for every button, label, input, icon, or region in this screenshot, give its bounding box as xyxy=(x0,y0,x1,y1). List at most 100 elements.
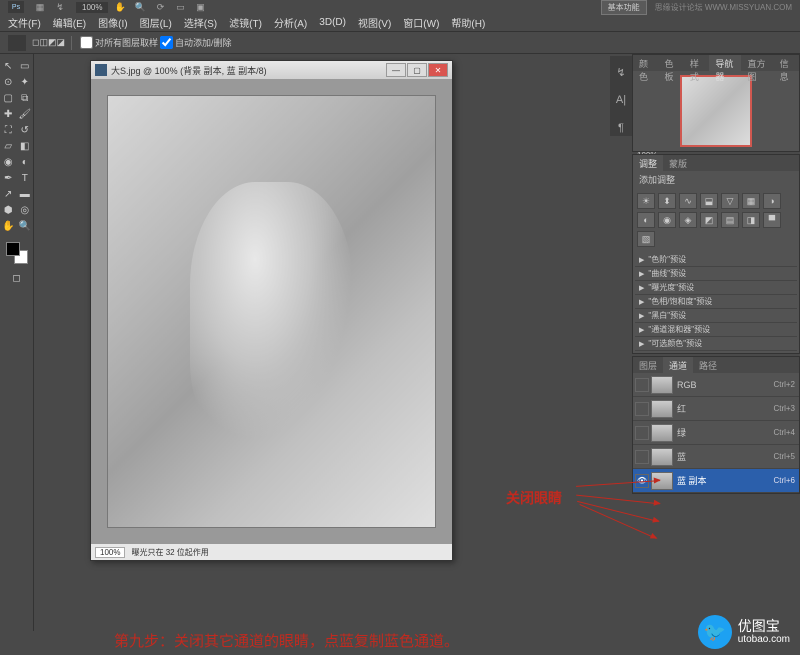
menu-item[interactable]: 编辑(E) xyxy=(53,15,86,30)
selection-intersect-icon[interactable]: ◪ xyxy=(57,37,66,48)
stamp-tool-icon[interactable]: ⛶ xyxy=(0,122,17,138)
menu-item[interactable]: 选择(S) xyxy=(184,15,217,30)
selective-color-icon[interactable]: ▧ xyxy=(637,231,655,247)
visibility-toggle[interactable] xyxy=(635,402,649,416)
preset-row[interactable]: ▶"曝光度"预设 xyxy=(635,281,797,295)
visibility-toggle[interactable] xyxy=(635,450,649,464)
crop-tool-icon[interactable]: ▢ xyxy=(0,90,17,106)
selection-mode-icon[interactable]: ◻ xyxy=(32,37,39,48)
colorbalance-icon[interactable]: ◑ xyxy=(763,193,781,209)
menu-item[interactable]: 图层(L) xyxy=(140,15,172,30)
menu-item[interactable]: 3D(D) xyxy=(319,17,346,28)
invert-icon[interactable]: ◩ xyxy=(700,212,718,228)
eyedropper-tool-icon[interactable]: ⧉ xyxy=(17,90,34,106)
panel-tab[interactable]: 蒙版 xyxy=(663,155,693,171)
arrange-icon[interactable]: ▭ xyxy=(172,1,188,13)
maximize-button[interactable]: ▢ xyxy=(407,63,427,77)
selection-add-icon[interactable]: ◫ xyxy=(39,37,48,48)
blur-tool-icon[interactable]: ◉ xyxy=(0,154,17,170)
path-tool-icon[interactable]: ↗ xyxy=(0,186,17,202)
close-button[interactable]: ✕ xyxy=(428,63,448,77)
bw-icon[interactable]: ◐ xyxy=(637,212,655,228)
screen-mode-icon[interactable]: ▣ xyxy=(192,1,208,13)
wand-tool-icon[interactable]: ✦ xyxy=(17,74,34,90)
channel-row[interactable]: 绿Ctrl+4 xyxy=(633,421,799,445)
hue-icon[interactable]: ▦ xyxy=(742,193,760,209)
document-titlebar[interactable]: 大S.jpg @ 100% (背景 副本, 蓝 副本/8) — ▢ ✕ xyxy=(91,61,452,79)
hand-tool-icon[interactable]: ✋ xyxy=(0,218,17,234)
visibility-toggle[interactable] xyxy=(635,378,649,392)
panel-tab[interactable]: 路径 xyxy=(693,357,723,373)
foreground-color-icon[interactable] xyxy=(6,242,20,256)
sample-all-checkbox[interactable] xyxy=(80,36,93,49)
preset-row[interactable]: ▶"色相/饱和度"预设 xyxy=(635,295,797,309)
preset-row[interactable]: ▶"曲线"预设 xyxy=(635,267,797,281)
zoom-icon[interactable]: 🔍 xyxy=(132,1,148,13)
brightness-icon[interactable]: ☀ xyxy=(637,193,655,209)
curves-icon[interactable]: ∿ xyxy=(679,193,697,209)
bridge-icon[interactable]: ▦ xyxy=(32,1,48,13)
navigator-preview[interactable] xyxy=(680,75,752,147)
exposure-icon[interactable]: ⬓ xyxy=(700,193,718,209)
channel-row[interactable]: 蓝Ctrl+5 xyxy=(633,445,799,469)
menu-item[interactable]: 滤镜(T) xyxy=(229,15,262,30)
panel-tab[interactable]: 直方图 xyxy=(741,55,773,71)
color-swatch[interactable] xyxy=(6,242,28,264)
panel-tab[interactable]: 导航器 xyxy=(709,55,741,71)
brush-tool-icon[interactable]: 🖌 xyxy=(17,106,34,122)
panel-tab[interactable]: 调整 xyxy=(633,155,663,171)
preset-row[interactable]: ▶"可选颜色"预设 xyxy=(635,337,797,351)
menu-item[interactable]: 帮助(H) xyxy=(451,15,485,30)
levels-icon[interactable]: ⬍ xyxy=(658,193,676,209)
panel-tab[interactable]: 颜色 xyxy=(633,55,658,71)
dodge-tool-icon[interactable]: ◐ xyxy=(17,154,34,170)
workspace-switcher[interactable]: 基本功能 xyxy=(601,0,647,15)
menu-item[interactable]: 分析(A) xyxy=(274,15,307,30)
preset-row[interactable]: ▶"黑白"预设 xyxy=(635,309,797,323)
menu-item[interactable]: 视图(V) xyxy=(358,15,391,30)
quickmask-icon[interactable]: ◻ xyxy=(8,270,25,286)
hand-icon[interactable]: ✋ xyxy=(112,1,128,13)
status-zoom[interactable]: 100% xyxy=(95,547,125,558)
preset-row[interactable]: ▶"通道混和器"预设 xyxy=(635,323,797,337)
channel-row[interactable]: RGBCtrl+2 xyxy=(633,373,799,397)
menu-item[interactable]: 窗口(W) xyxy=(403,15,439,30)
posterize-icon[interactable]: ▤ xyxy=(721,212,739,228)
channelmixer-icon[interactable]: ◈ xyxy=(679,212,697,228)
move-tool-icon[interactable]: ↖ xyxy=(0,58,17,74)
visibility-toggle[interactable] xyxy=(635,426,649,440)
menu-item[interactable]: 图像(I) xyxy=(98,15,127,30)
selection-sub-icon[interactable]: ◩ xyxy=(48,37,57,48)
minimize-button[interactable]: — xyxy=(386,63,406,77)
gradient-map-icon[interactable]: ▀ xyxy=(763,212,781,228)
preset-row[interactable]: ▶"色阶"预设 xyxy=(635,253,797,267)
panel-tab[interactable]: 信息 xyxy=(774,55,799,71)
gradient-tool-icon[interactable]: ◧ xyxy=(17,138,34,154)
heal-tool-icon[interactable]: ✚ xyxy=(0,106,17,122)
zoom-tool-icon[interactable]: 🔍 xyxy=(17,218,34,234)
camera-tool-icon[interactable]: ◎ xyxy=(17,202,34,218)
history-icon[interactable]: ↯ xyxy=(52,1,68,13)
auto-enhance-checkbox[interactable] xyxy=(160,36,173,49)
current-tool-icon[interactable] xyxy=(8,35,26,51)
photofilter-icon[interactable]: ◉ xyxy=(658,212,676,228)
paragraph-panel-icon[interactable]: ¶ xyxy=(613,120,629,136)
lasso-tool-icon[interactable]: ⊙ xyxy=(0,74,17,90)
panel-tab[interactable]: 通道 xyxy=(663,357,693,373)
panel-tab[interactable]: 色板 xyxy=(658,55,683,71)
document-content[interactable] xyxy=(91,79,452,544)
menu-item[interactable]: 文件(F) xyxy=(8,15,41,30)
channel-row[interactable]: 红Ctrl+3 xyxy=(633,397,799,421)
history-brush-icon[interactable]: ↺ xyxy=(17,122,34,138)
type-tool-icon[interactable]: T xyxy=(17,170,34,186)
character-panel-icon[interactable]: A| xyxy=(613,92,629,108)
pen-tool-icon[interactable]: ✒ xyxy=(0,170,17,186)
shape-tool-icon[interactable]: ▬ xyxy=(17,186,34,202)
marquee-tool-icon[interactable]: ▭ xyxy=(17,58,34,74)
panel-tab[interactable]: 样式 xyxy=(684,55,709,71)
threshold-icon[interactable]: ◨ xyxy=(742,212,760,228)
3d-tool-icon[interactable]: ⬢ xyxy=(0,202,17,218)
panel-tab[interactable]: 图层 xyxy=(633,357,663,373)
top-zoom-display[interactable]: 100% xyxy=(76,2,108,13)
history-panel-icon[interactable]: ↯ xyxy=(613,64,629,80)
